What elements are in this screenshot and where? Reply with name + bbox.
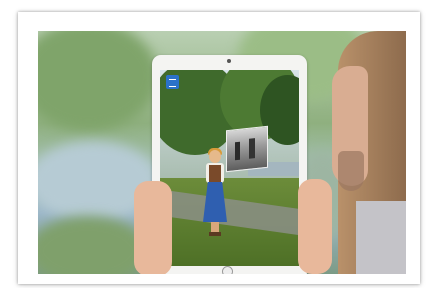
foliage-blob [38, 31, 158, 131]
person-beard [338, 151, 364, 191]
app-badge-icon[interactable] [166, 75, 179, 89]
tablet-device [152, 55, 307, 274]
figure-legs [211, 222, 219, 232]
right-hand [298, 179, 332, 274]
photo [38, 31, 406, 274]
historic-photo-overlay [226, 125, 268, 173]
left-hand [134, 181, 172, 274]
figure-skirt [203, 182, 227, 222]
ar-figure [200, 148, 230, 250]
photo-frame [18, 12, 420, 284]
figure-head [209, 150, 221, 163]
home-button[interactable] [222, 266, 233, 274]
figure-shoes [209, 232, 221, 236]
tablet-camera [227, 59, 231, 63]
tablet-screen [160, 70, 299, 266]
figure-vest [209, 165, 221, 182]
person-shirt [356, 201, 406, 274]
grass-blob [38, 216, 148, 274]
